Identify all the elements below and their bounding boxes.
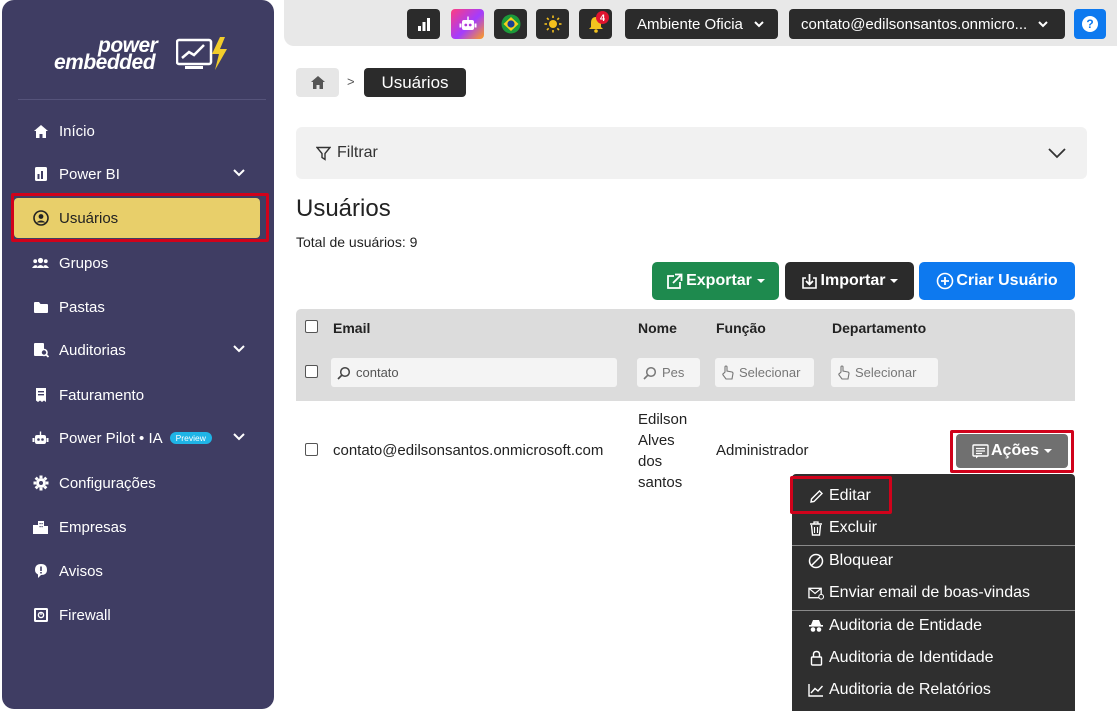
select-all-checkbox[interactable] (305, 320, 318, 333)
menu-item-auditoria-relatorios[interactable]: Auditoria de Relatórios (808, 677, 991, 703)
row-email: contato@edilsonsantos.onmicrosoft.com (333, 442, 604, 459)
audit-icon (32, 342, 49, 359)
language-button[interactable] (494, 9, 527, 39)
envelope-icon (808, 585, 824, 601)
sidebar-item-firewall[interactable]: Firewall (14, 595, 260, 635)
page-title: Usuários (296, 195, 391, 222)
caret-down-icon (890, 279, 899, 283)
menu-item-excluir[interactable]: Excluir (808, 515, 877, 541)
filter-row-checkbox[interactable] (305, 365, 318, 378)
row-name: Edilson Alves dos santos (638, 411, 688, 491)
total-users: Total de usuários: 9 (296, 234, 418, 250)
account-select[interactable]: contato@edilsonsantos.onmicro... (789, 9, 1065, 39)
sidebar-item-avisos[interactable]: Avisos (14, 551, 260, 591)
filter-icon (316, 146, 331, 161)
report-icon (32, 166, 49, 183)
caret-down-icon (756, 279, 765, 283)
home-icon (32, 123, 49, 140)
power-embedded-logo[interactable]: power embedded (52, 34, 232, 80)
safe-icon (32, 607, 49, 624)
sidebar-item-power-bi[interactable]: Power BI (14, 154, 260, 194)
create-user-button[interactable]: Criar Usuário (919, 262, 1075, 300)
breadcrumb-home[interactable] (296, 68, 339, 97)
chevron-down-icon (233, 345, 245, 353)
invoice-icon (32, 387, 49, 404)
import-button[interactable]: Importar (785, 262, 914, 300)
export-button[interactable]: Exportar (652, 262, 779, 300)
column-funcao[interactable]: Função (716, 320, 766, 336)
users-icon (32, 255, 49, 272)
ai-bot-button[interactable] (451, 9, 484, 39)
chevron-down-icon (754, 21, 764, 28)
top-bar: 4 Ambiente Oficia contato@edilsonsantos.… (284, 0, 1117, 46)
column-email[interactable]: Email (333, 320, 370, 336)
pointer-hand-icon (837, 365, 850, 380)
table-header: Email Nome Função Departamento contato P… (296, 309, 1075, 401)
sidebar-item-grupos[interactable]: Grupos (14, 243, 260, 283)
row-checkbox[interactable] (305, 443, 318, 456)
robot-icon (32, 430, 49, 447)
robot-icon (459, 16, 476, 30)
question-icon: ? (1082, 16, 1098, 32)
sidebar-divider (18, 99, 266, 100)
gear-icon (32, 475, 49, 492)
alert-icon (32, 563, 49, 580)
highlight-acoes (950, 430, 1074, 473)
environment-select[interactable]: Ambiente Oficia (625, 9, 778, 39)
monitor-chart-icon (176, 37, 227, 70)
role-filter-select[interactable]: Selecionar (715, 358, 814, 387)
menu-item-bloquear[interactable]: Bloquear (808, 548, 893, 574)
menu-divider (792, 545, 1075, 546)
filter-panel[interactable]: Filtrar (296, 127, 1087, 179)
signal-bars-icon (417, 18, 430, 31)
home-icon (310, 76, 325, 89)
chevron-down-icon (233, 433, 245, 441)
department-filter-select[interactable]: Selecionar (831, 358, 938, 387)
external-link-icon (667, 273, 683, 289)
plus-circle-icon (937, 272, 954, 290)
notifications-button[interactable]: 4 (579, 9, 612, 39)
trash-icon (808, 520, 824, 536)
menu-divider (792, 610, 1075, 611)
breadcrumb-separator: > (347, 74, 355, 89)
building-icon (32, 519, 49, 536)
theme-toggle-button[interactable] (536, 9, 569, 39)
sidebar-item-power-pilot[interactable]: Power Pilot • IA Preview (14, 418, 260, 458)
highlight-usuarios (11, 193, 269, 242)
sidebar-item-configuracoes[interactable]: Configurações (14, 463, 260, 503)
notification-count: 4 (596, 11, 609, 24)
lock-icon (808, 650, 824, 666)
signal-button[interactable] (407, 9, 440, 39)
breadcrumb-current: Usuários (364, 68, 466, 97)
help-button[interactable]: ? (1074, 9, 1106, 39)
search-icon (337, 366, 351, 380)
preview-badge: Preview (169, 432, 212, 444)
import-icon (801, 273, 817, 289)
row-role: Administrador (716, 442, 809, 459)
email-filter-input[interactable]: contato (331, 358, 617, 387)
sidebar-item-pastas[interactable]: Pastas (14, 287, 260, 327)
sun-icon (544, 15, 561, 33)
spy-icon (808, 618, 824, 634)
sidebar-item-faturamento[interactable]: Faturamento (14, 375, 260, 415)
menu-item-auditoria-entidade[interactable]: Auditoria de Entidade (808, 613, 982, 639)
brazil-flag-icon (501, 14, 520, 34)
menu-item-enviar-email[interactable]: Enviar email de boas-vindas (808, 580, 1030, 606)
sidebar-item-empresas[interactable]: Empresas (14, 507, 260, 547)
menu-item-auditoria-identidade[interactable]: Auditoria de Identidade (808, 645, 994, 671)
sidebar-item-inicio[interactable]: Início (14, 111, 260, 151)
name-filter-input[interactable]: Pes (637, 358, 700, 387)
search-icon (643, 366, 657, 380)
column-nome[interactable]: Nome (638, 320, 677, 336)
column-departamento[interactable]: Departamento (832, 320, 926, 336)
highlight-editar (790, 476, 892, 514)
chevron-down-icon (1048, 148, 1066, 159)
block-icon (808, 553, 824, 569)
pointer-hand-icon (721, 365, 734, 380)
chevron-down-icon (1038, 21, 1048, 28)
sidebar-item-auditorias[interactable]: Auditorias (14, 330, 260, 370)
chevron-down-icon (233, 169, 245, 177)
folder-icon (32, 299, 49, 316)
line-chart-icon (808, 682, 824, 698)
